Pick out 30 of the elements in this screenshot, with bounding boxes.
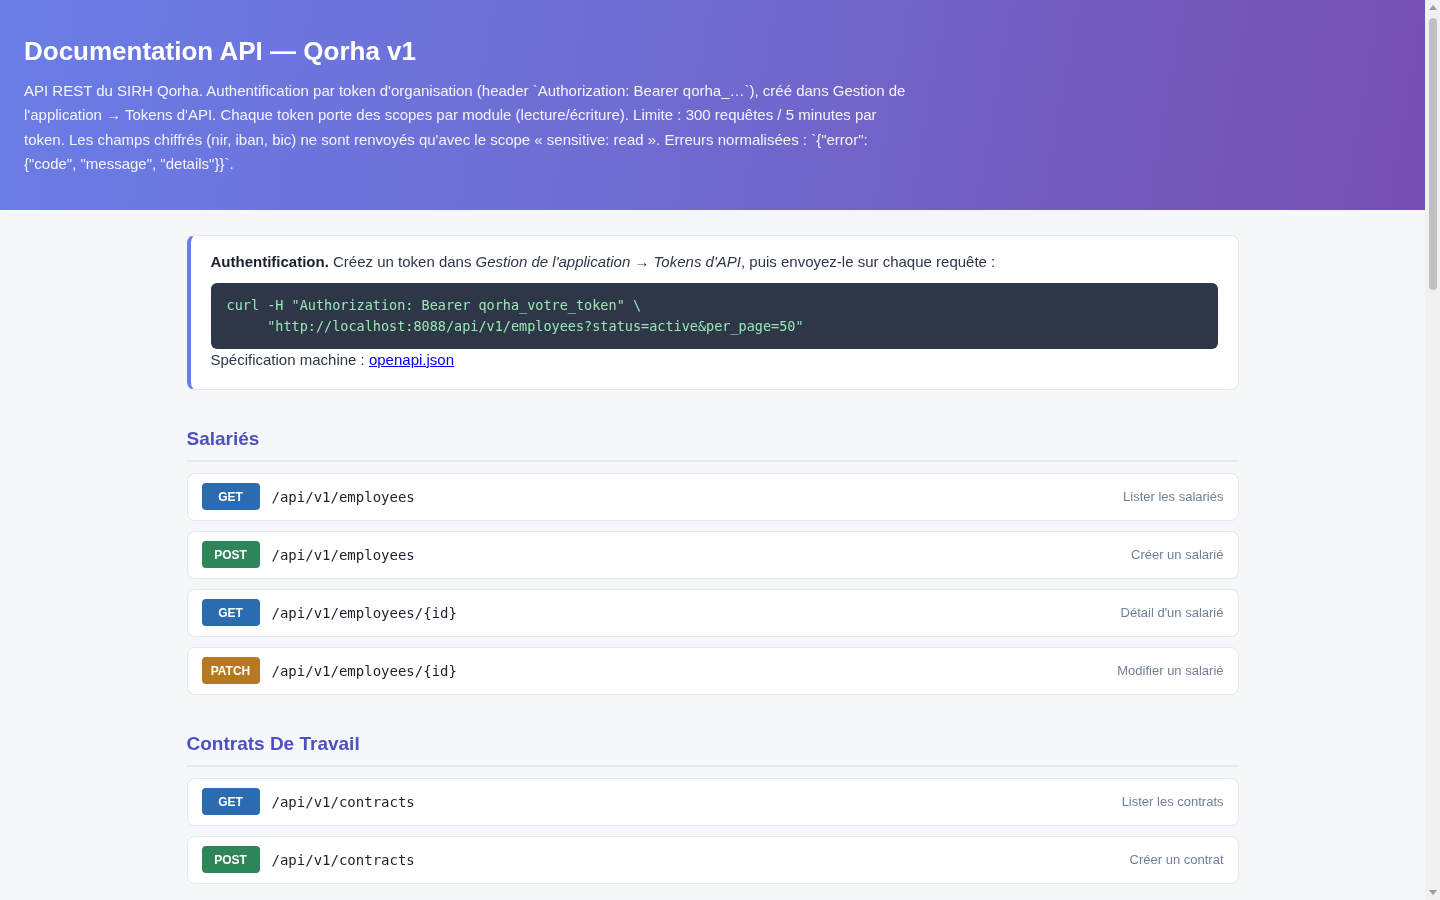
method-badge: PATCH: [201, 657, 260, 685]
endpoint-summary: Détail d'un salarié: [1120, 605, 1224, 621]
code-block: curl -H "Authorization: Bearer qorha_votre_token" \ "http://localhost:8088/api/v1/employees?status=active&per_page=50": [210, 282, 1218, 349]
method-badge: GET: [201, 788, 260, 816]
endpoint-summary: Créer un salarié: [1131, 547, 1224, 563]
openapi-link[interactable]: openapi.json: [368, 350, 454, 368]
method-badge: POST: [201, 541, 260, 569]
method-badge: GET: [201, 483, 260, 511]
section-title: Contrats De Travail: [186, 731, 360, 755]
endpoint-summary: Lister les contrats: [1121, 794, 1224, 810]
endpoint-path: /api/v1/employees/{id}: [271, 604, 457, 621]
spec-text: Spécification machine : openapi.json: [210, 349, 455, 370]
method-badge: GET: [201, 599, 260, 627]
auth-instructions: Authentification. Créez un token dans Gestion de l'application → Tokens d'API, puis envoyez-le sur chaque requête :: [210, 251, 997, 272]
endpoint-path: /api/v1/contracts: [271, 851, 415, 868]
endpoint-path: /api/v1/employees/{id}: [271, 662, 457, 679]
scroll-down-icon[interactable]: [1428, 890, 1437, 895]
endpoint-path: /api/v1/employees: [271, 546, 415, 563]
section-title: Salariés: [186, 426, 260, 450]
scroll-up-icon[interactable]: [1428, 5, 1437, 10]
endpoint-summary: Modifier un salarié: [1117, 663, 1224, 679]
page-title: Documentation API — Qorha v1: [24, 36, 417, 66]
method-badge: POST: [201, 846, 260, 874]
endpoint-path: /api/v1/contracts: [271, 793, 415, 810]
api-description: API REST du SIRH Qorha. Authentification par token d'organisation (header `Authorization: Bearer qorha_…`), créé dans Gestion de l'application → Tokens d'API. Chaque token porte des scopes par module (lecture/écriture). Limite : 300 requêtes / 5 minutes par token. Les champs chiffrés (nir, iban, bic) ne sont renvoyés qu'avec le scope « sensitive: read ». Erreurs normalisées : `{"error": {"code", "message", "details"}}`.: [24, 81, 907, 175]
endpoint-summary: Créer un contrat: [1129, 852, 1224, 868]
endpoint-path: /api/v1/employees: [271, 488, 415, 505]
scrollbar-thumb[interactable]: [1428, 18, 1437, 290]
endpoint-summary: Lister les salariés: [1123, 489, 1224, 505]
scrollbar[interactable]: [1425, 0, 1440, 900]
